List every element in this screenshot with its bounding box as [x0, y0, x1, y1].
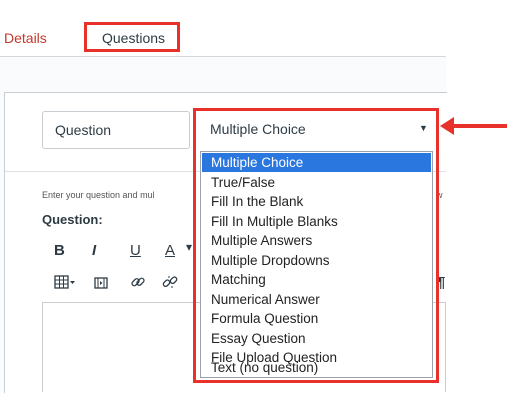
bold-button[interactable]: B	[54, 242, 65, 259]
media-icon[interactable]	[94, 276, 108, 293]
question-label: Question:	[42, 212, 103, 227]
tab-divider	[0, 56, 446, 57]
tab-questions[interactable]: Questions	[102, 30, 165, 46]
question-type-highlight	[193, 108, 439, 383]
question-name-value: Question	[55, 122, 112, 138]
tab-details[interactable]: Details	[4, 30, 47, 46]
table-icon[interactable]	[54, 275, 76, 293]
link-icon[interactable]	[130, 274, 146, 294]
question-name-input[interactable]: Question	[42, 111, 190, 149]
annotation-arrow-icon	[440, 117, 454, 135]
font-color-button[interactable]: A	[165, 242, 175, 259]
margin	[446, 0, 507, 392]
chevron-down-icon[interactable]: ▾	[186, 240, 192, 254]
underline-button[interactable]: U	[130, 242, 141, 259]
italic-button[interactable]: I	[92, 242, 96, 259]
unlink-icon[interactable]	[162, 274, 178, 294]
annotation-arrow-shaft	[452, 124, 507, 128]
editor-instructions: Enter your question and mul	[42, 190, 155, 200]
